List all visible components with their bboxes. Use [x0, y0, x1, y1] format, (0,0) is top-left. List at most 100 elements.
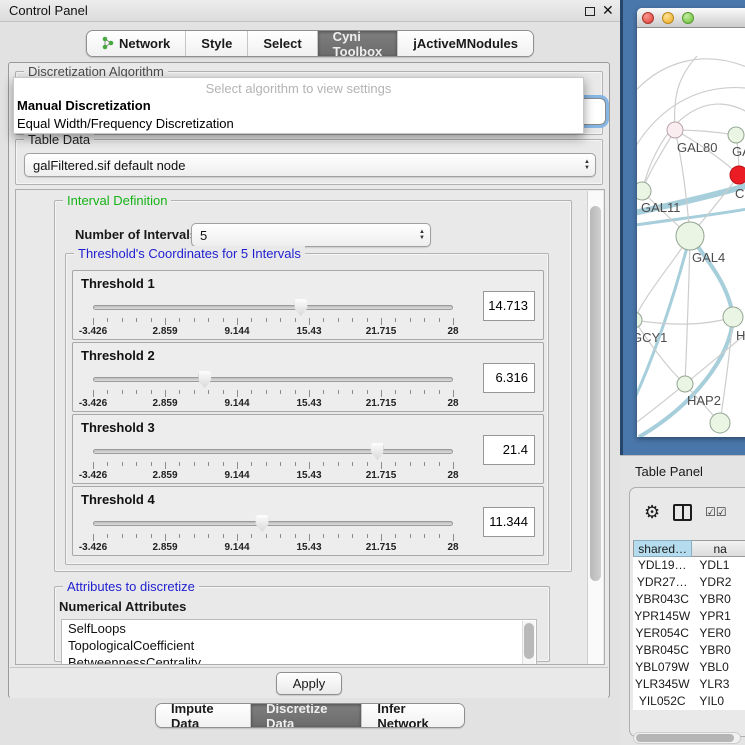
slider-thumb[interactable] — [294, 299, 307, 316]
network-edge[interactable] — [637, 59, 745, 98]
table-row[interactable]: YPR145WYPR1 — [633, 608, 745, 625]
threshold-slider[interactable]: -3.4262.8599.14415.4321.71528 — [93, 299, 453, 339]
apply-button[interactable]: Apply — [276, 672, 342, 695]
tick-mark — [352, 318, 353, 322]
threshold-slider[interactable]: -3.4262.8599.14415.4321.71528 — [93, 443, 453, 483]
network-node[interactable] — [676, 222, 704, 250]
network-edge[interactable] — [720, 317, 733, 423]
close-icon[interactable]: ✕ — [602, 2, 614, 19]
table-row[interactable]: YIL052CYIL0 — [633, 693, 745, 710]
table-cell[interactable]: YBL079W — [633, 659, 691, 676]
table-row[interactable]: YLR345WYLR3 — [633, 676, 745, 693]
table-cell[interactable]: YER054C — [633, 625, 691, 642]
network-node[interactable] — [723, 307, 743, 327]
table-cell[interactable]: YBR045C — [633, 642, 691, 659]
table-cell[interactable]: YBL0 — [691, 659, 745, 676]
column-header[interactable]: na — [692, 540, 745, 557]
algorithm-option[interactable]: Equal Width/Frequency Discretization — [14, 115, 583, 133]
split-columns-icon[interactable] — [673, 504, 692, 521]
table-cell[interactable]: YPR145W — [633, 608, 691, 625]
threshold-slider[interactable]: -3.4262.8599.14415.4321.71528 — [93, 515, 453, 555]
table-cell[interactable]: YBR0 — [691, 591, 745, 608]
network-node[interactable] — [730, 166, 745, 184]
table-row[interactable]: YBL079WYBL0 — [633, 659, 745, 676]
tab-style[interactable]: Style — [185, 31, 247, 56]
tick-mark — [352, 390, 353, 394]
threshold-value-field[interactable]: 14.713 — [483, 291, 535, 321]
table-cell[interactable]: YLR345W — [633, 676, 691, 693]
tab-jactivemnodules[interactable]: jActiveMNodules — [397, 31, 533, 56]
network-node[interactable] — [637, 312, 642, 328]
column-header[interactable]: shared… — [633, 540, 692, 557]
settings-vertical-scrollbar[interactable] — [587, 191, 603, 665]
table-cell[interactable]: YIL0 — [691, 693, 745, 710]
slider-track[interactable] — [93, 521, 453, 526]
network-window-titlebar[interactable] — [637, 8, 745, 28]
attribute-list-item[interactable]: BetweennessCentrality — [62, 654, 536, 665]
table-cell[interactable]: YPR1 — [691, 608, 745, 625]
table-row[interactable]: YDL19…YDL1 — [633, 557, 745, 574]
table-cell[interactable]: YDL19… — [633, 557, 691, 574]
tick-label: 28 — [447, 470, 458, 481]
bottom-tab-infer-network[interactable]: Infer Network — [361, 704, 464, 727]
table-cell[interactable]: YIL052C — [633, 693, 691, 710]
threshold-value-field[interactable]: 21.4 — [483, 435, 535, 465]
algorithm-option[interactable]: Manual Discretization — [14, 97, 583, 115]
table-row[interactable]: YBR045CYBR0 — [633, 642, 745, 659]
select-columns-icon[interactable]: ☑☑ — [705, 505, 727, 519]
num-intervals-combobox[interactable]: 5 ▲▼ — [191, 223, 431, 247]
network-node[interactable] — [637, 182, 651, 200]
tab-network[interactable]: Network — [87, 31, 185, 56]
attributes-scrollbar-thumb[interactable] — [524, 623, 534, 659]
network-edge[interactable] — [675, 130, 736, 135]
tab-select[interactable]: Select — [247, 31, 316, 56]
table-row[interactable]: YER054CYER0 — [633, 625, 745, 642]
table-data-combobox[interactable]: galFiltered.sif default node ▲▼ — [24, 153, 596, 177]
window-minimize-icon[interactable] — [662, 12, 674, 24]
table-horizontal-scrollbar[interactable] — [633, 732, 741, 744]
network-canvas[interactable]: GAL80GACGAL11GAL4GCY1HHAP2 — [637, 28, 745, 437]
table-cell[interactable]: YBR0 — [691, 642, 745, 659]
table-cell[interactable]: YDL1 — [691, 557, 745, 574]
network-edge[interactable] — [685, 236, 690, 384]
slider-thumb[interactable] — [198, 371, 211, 388]
table-row[interactable]: YBR043CYBR0 — [633, 591, 745, 608]
table-cell[interactable]: YBR043C — [633, 591, 691, 608]
table-cell[interactable]: YER0 — [691, 625, 745, 642]
threshold-value-field[interactable]: 11.344 — [483, 507, 535, 537]
network-window: GAL80GACGAL11GAL4GCY1HHAP2 — [637, 8, 745, 437]
gear-icon[interactable]: ⚙ — [644, 503, 660, 521]
float-icon[interactable] — [585, 7, 595, 16]
settings-scrollbar-thumb[interactable] — [590, 206, 601, 581]
table-scrollbar-thumb[interactable] — [636, 734, 734, 742]
attribute-list-item[interactable]: SelfLoops — [62, 620, 536, 637]
network-node[interactable] — [710, 413, 730, 433]
window-close-icon[interactable] — [642, 12, 654, 24]
network-node[interactable] — [667, 122, 683, 138]
attribute-list-item[interactable]: TopologicalCoefficient — [62, 637, 536, 654]
tick-mark — [266, 318, 267, 322]
table-row[interactable]: YDR27…YDR2 — [633, 574, 745, 591]
attributes-scrollbar[interactable] — [522, 621, 535, 665]
table-cell[interactable]: YLR3 — [691, 676, 745, 693]
slider-thumb[interactable] — [371, 443, 384, 460]
tick-mark — [381, 462, 382, 469]
table-cell[interactable]: YDR27… — [633, 574, 691, 591]
tab-cyni-toolbox[interactable]: Cyni Toolbox — [317, 31, 398, 56]
slider-track[interactable] — [93, 377, 453, 382]
network-node[interactable] — [728, 127, 744, 143]
threshold-slider[interactable]: -3.4262.8599.14415.4321.71528 — [93, 371, 453, 411]
bottom-tab-impute-data[interactable]: Impute Data — [156, 704, 250, 727]
slider-track[interactable] — [93, 305, 453, 310]
bottom-tab-discretize-data[interactable]: Discretize Data — [250, 704, 361, 727]
network-edge[interactable] — [675, 56, 697, 130]
network-edge[interactable] — [637, 236, 690, 320]
window-zoom-icon[interactable] — [682, 12, 694, 24]
network-edge[interactable] — [642, 130, 675, 191]
table-cell[interactable]: YDR2 — [691, 574, 745, 591]
slider-track[interactable] — [93, 449, 453, 454]
network-edge[interactable] — [637, 317, 733, 324]
threshold-value-field[interactable]: 6.316 — [483, 363, 535, 393]
network-node[interactable] — [677, 376, 693, 392]
slider-thumb[interactable] — [256, 515, 269, 532]
